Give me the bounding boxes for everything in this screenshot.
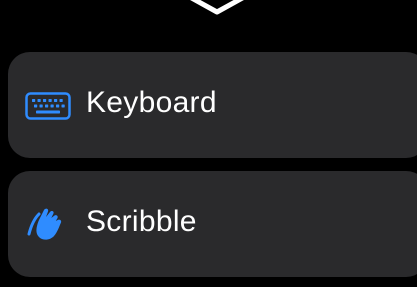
scribble-option-label: Scribble	[86, 205, 197, 238]
scribble-option[interactable]: Scribble	[8, 171, 417, 277]
keyboard-option-label: Keyboard	[86, 86, 217, 119]
bottom-edge	[0, 287, 417, 292]
chevron-down-icon[interactable]	[182, 0, 252, 18]
keyboard-icon	[25, 92, 71, 120]
scribble-hand-icon	[27, 208, 62, 240]
keyboard-option[interactable]: Keyboard	[8, 52, 417, 158]
